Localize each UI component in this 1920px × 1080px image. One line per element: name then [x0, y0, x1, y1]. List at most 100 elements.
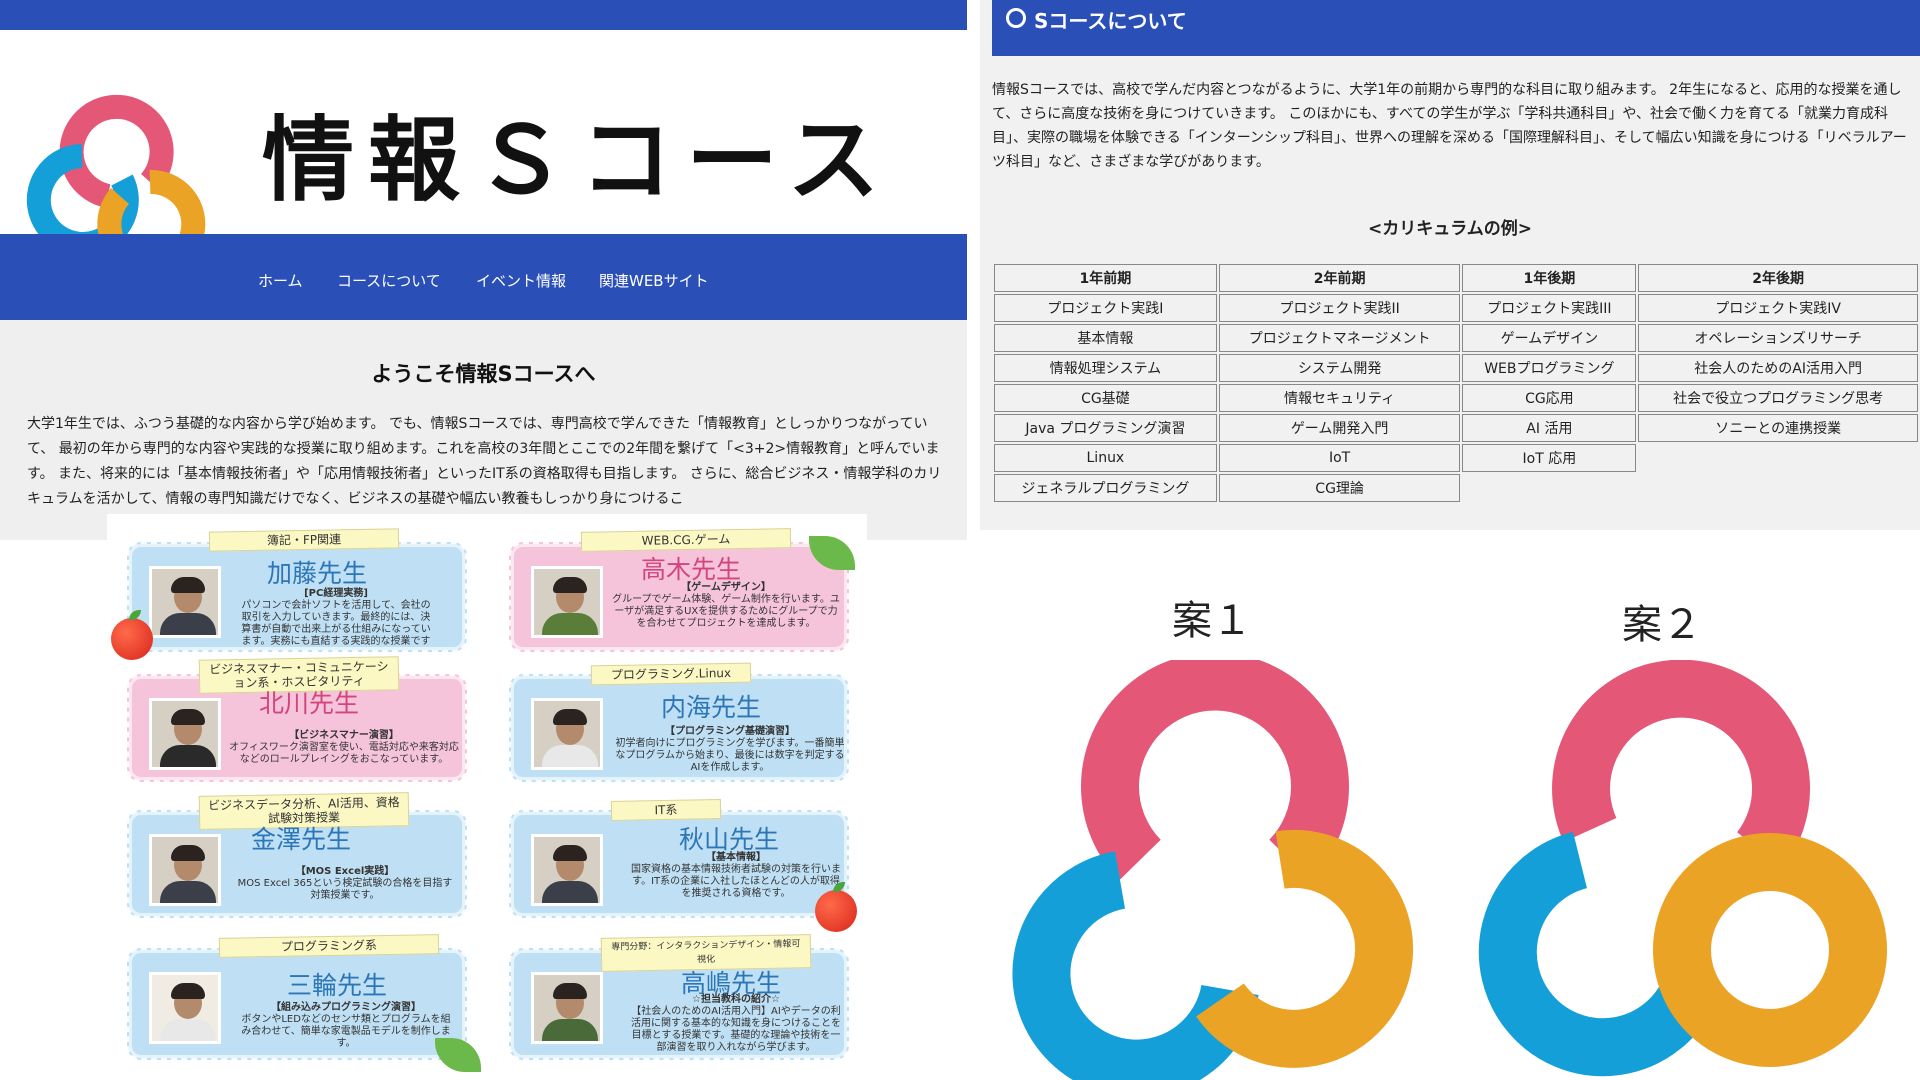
table-cell: オペレーションズリサーチ	[1638, 324, 1918, 352]
course-description: グループでゲーム体験、ゲーム制作を行います。ユーザが満足するUXを提供するために…	[612, 594, 840, 629]
table-cell: 基本情報	[994, 324, 1217, 352]
course-description: 国家資格の基本情報技術者試験の対策を行います。IT系の企業に入社したほとんどの人…	[631, 864, 841, 899]
table-cell: ゲーム開発入門	[1218, 414, 1461, 442]
teacher-tag: プログラミング.Linux	[590, 662, 752, 686]
table-cell-empty	[1638, 474, 1918, 502]
site-title: 情報Ｓコース	[262, 106, 894, 214]
table-cell: 情報セキュリティ	[1218, 384, 1461, 412]
teacher-card: 専門分野：インタラクションデザイン・情報可視化 高嶋先生 ☆担当教科の紹介☆ 【…	[509, 934, 849, 1060]
table-cell: ソニーとの連携授業	[1638, 414, 1918, 442]
logo-proposal-2	[1478, 660, 1887, 1077]
column-header: 2年後期	[1638, 264, 1918, 292]
table-cell: 情報処理システム	[994, 354, 1217, 382]
leaf-decoration	[435, 1038, 481, 1072]
teacher-photo	[531, 698, 603, 770]
teacher-card: プログラミング系 三輪先生 【組み込みプログラミング演習】 ボタンやLEDなどの…	[127, 934, 467, 1060]
section-title: Sコースについて	[1034, 9, 1187, 33]
teacher-photo	[149, 566, 221, 638]
table-cell: 社会で役立つプログラミング思考	[1638, 384, 1918, 412]
table-cell: CG応用	[1462, 384, 1637, 412]
welcome-heading: ようこそ情報Sコースへ	[371, 362, 596, 386]
s-course-logo	[26, 94, 206, 260]
nav-related-sites[interactable]: 関連WEBサイト	[599, 270, 709, 291]
column-header: 2年前期	[1218, 264, 1461, 292]
nav-events[interactable]: イベント情報	[476, 270, 566, 291]
plan-2-label: 案２	[1622, 602, 1702, 648]
table-row: 基本情報 プロジェクトマネージメント ゲームデザイン オペレーションズリサーチ	[994, 324, 1918, 352]
teacher-tag: 簿記・FP関連	[208, 528, 400, 552]
teacher-desc: ☆担当教科の紹介☆ 【社会人のためのAI活用入門】AIやデータの利活用に関する基…	[631, 994, 841, 1054]
teacher-card: プログラミング.Linux 内海先生 【プログラミング基礎演習】 初学者向けにプ…	[509, 662, 849, 782]
table-cell: プロジェクト実践I	[994, 294, 1217, 322]
teacher-photo	[531, 566, 603, 638]
teacher-card: IT系 秋山先生 【基本情報】 国家資格の基本情報技術者試験の対策を行います。I…	[509, 799, 849, 918]
table-cell: 社会人のためのAI活用入門	[1638, 354, 1918, 382]
table-cell: CG理論	[1218, 474, 1461, 502]
teacher-name: 内海先生	[661, 693, 762, 722]
table-cell: プロジェクト実践II	[1218, 294, 1461, 322]
teacher-desc: 【ゲームデザイン】 グループでゲーム体験、ゲーム制作を行います。ユーザが満足する…	[611, 582, 841, 630]
intro-text: 大学1年生では、ふつう基礎的な内容から学び始めます。 でも、情報Sコースでは、専…	[27, 416, 942, 507]
course-description: 情報Sコースでは、高校で学んだ内容とつながるように、大学1年の前期から専門的な科…	[992, 82, 1907, 170]
apple-decoration	[111, 610, 153, 660]
table-row: Linux IoT IoT 応用	[994, 444, 1918, 472]
course-info-panel: Sコースについて 情報Sコースでは、高校で学んだ内容とつながるように、大学1年の…	[980, 0, 1920, 530]
column-header: 1年前期	[994, 264, 1217, 292]
teacher-desc: 【ビジネスマナー演習】 オフィスワーク演習室を使い、電話対応や来客対応などのロー…	[229, 730, 459, 766]
course-heading: [PC経理実務]	[304, 588, 368, 599]
teacher-photo	[531, 972, 603, 1044]
teacher-desc: 【MOS Excel実践】 MOS Excel 365という検定試験の合格を目指…	[235, 866, 455, 902]
teacher-cards: 簿記・FP関連 加藤先生 [PC経理実務] パソコンで会計ソフトを活用して、会社…	[107, 514, 867, 1080]
teacher-photo	[531, 834, 603, 906]
course-description: オフィスワーク演習室を使い、電話対応や来客対応などのロールプレイングをおこなって…	[229, 742, 459, 765]
apple-decoration	[815, 882, 857, 932]
circle-icon	[1006, 8, 1026, 28]
teacher-desc: 【組み込みプログラミング演習】 ボタンやLEDなどのセンサ類とプログラムを組み合…	[241, 1002, 451, 1050]
nav-home[interactable]: ホーム	[258, 270, 303, 291]
course-description: ボタンやLEDなどのセンサ類とプログラムを組み合わせて、簡単な家電製品モデルを制…	[241, 1014, 451, 1049]
table-row: CG基礎 情報セキュリティ CG応用 社会で役立つプログラミング思考	[994, 384, 1918, 412]
table-row: 情報処理システム システム開発 WEBプログラミング 社会人のためのAI活用入門	[994, 354, 1918, 382]
curriculum-title: <カリキュラムの例>	[1368, 219, 1532, 239]
table-header-row: 1年前期 2年前期 1年後期 2年後期	[994, 264, 1918, 292]
teacher-photo	[149, 834, 221, 906]
teacher-card: ビジネスマナー・コミュニケーション系・ホスピタリティ 北川先生 【ビジネスマナー…	[127, 656, 467, 782]
teacher-photo	[149, 972, 221, 1044]
plan-1-label: 案１	[1172, 598, 1252, 644]
teacher-name: 加藤先生	[267, 559, 368, 588]
course-heading: 【基本情報】	[706, 852, 766, 863]
teacher-desc: 【基本情報】 国家資格の基本情報技術者試験の対策を行います。IT系の企業に入社し…	[631, 852, 841, 900]
table-cell: システム開発	[1218, 354, 1461, 382]
website-screenshot: 情報Ｓコース ホーム コースについて イベント情報 関連WEBサイト ようこそ情…	[0, 0, 967, 540]
teacher-card: ビジネスデータ分析、AI活用、資格試験対策授業 金澤先生 【MOS Excel実…	[127, 792, 467, 918]
teacher-tag: WEB.CG.ゲーム	[580, 528, 792, 552]
course-heading: ☆担当教科の紹介☆	[692, 994, 780, 1005]
table-cell: プロジェクト実践IV	[1638, 294, 1918, 322]
table-cell: IoT 応用	[1462, 444, 1637, 472]
table-cell: CG基礎	[994, 384, 1217, 412]
course-heading: 【MOS Excel実践】	[295, 866, 395, 877]
teacher-name: 三輪先生	[287, 971, 388, 1000]
teacher-card: WEB.CG.ゲーム 高木先生 【ゲームデザイン】 グループでゲーム体験、ゲーム…	[509, 528, 849, 652]
table-row: プロジェクト実践I プロジェクト実践II プロジェクト実践III プロジェクト実…	[994, 294, 1918, 322]
table-cell: WEBプログラミング	[1462, 354, 1637, 382]
section-header: Sコースについて	[992, 0, 1920, 56]
site-header: 情報Ｓコース	[0, 30, 967, 260]
table-cell-empty	[1462, 474, 1637, 502]
column-header: 1年後期	[1462, 264, 1637, 292]
table-cell: ゲームデザイン	[1462, 324, 1637, 352]
teacher-name: 北川先生	[259, 689, 360, 718]
nav-about-course[interactable]: コースについて	[337, 270, 441, 291]
table-row: Java プログラミング演習 ゲーム開発入門 AI 活用 ソニーとの連携授業	[994, 414, 1918, 442]
table-row: ジェネラルプログラミング CG理論	[994, 474, 1918, 502]
teacher-name: 金澤先生	[251, 825, 352, 854]
teacher-card: 簿記・FP関連 加藤先生 [PC経理実務] パソコンで会計ソフトを活用して、会社…	[127, 528, 467, 652]
course-description: MOS Excel 365という検定試験の合格を目指す対策授業です。	[237, 878, 453, 901]
main-nav: ホーム コースについて イベント情報 関連WEBサイト	[0, 234, 967, 320]
teacher-desc: [PC経理実務] パソコンで会計ソフトを活用して、会社の取引を入力していきます。…	[241, 588, 431, 648]
course-description: 初学者向けにプログラミングを学びます。一番簡単なプログラムから始まり、最後には数…	[615, 738, 845, 773]
teacher-tag: IT系	[610, 799, 722, 821]
teacher-name: 秋山先生	[679, 825, 780, 854]
course-heading: 【ビジネスマナー演習】	[289, 730, 399, 741]
table-cell: Java プログラミング演習	[994, 414, 1217, 442]
